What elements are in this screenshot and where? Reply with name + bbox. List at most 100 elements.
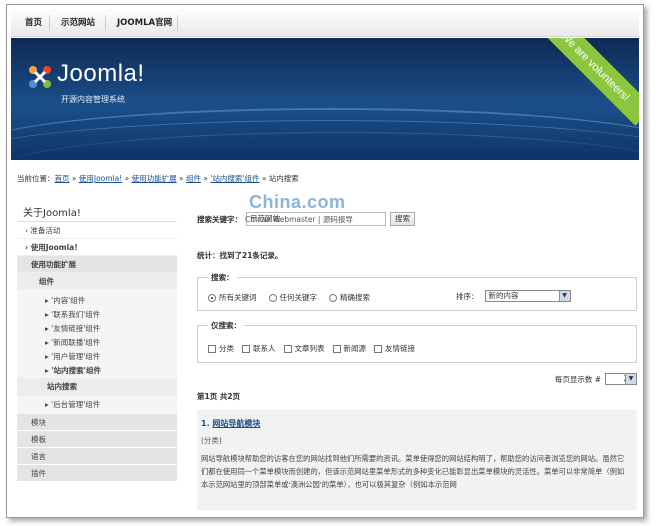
sidebar-item-getting-started[interactable]: › 准备活动	[17, 222, 177, 239]
result-index: 1.	[201, 419, 210, 428]
sidebar-item-label: '新闻联播'组件	[51, 338, 101, 347]
sidebar-item-search[interactable]: 站内搜索	[17, 378, 177, 396]
sidebar-subitem[interactable]: ▸ '用户管理'组件	[17, 350, 177, 364]
page-info: 第1页 共2页	[197, 392, 241, 401]
result-description: 网站导航模块帮助您的访客在您的网站找到他们所需要的资讯。菜单使得您的网站结构明了…	[201, 454, 625, 489]
radio-label: 任何关键字	[279, 293, 318, 302]
checkbox-box[interactable]	[283, 345, 292, 353]
nav-divider	[49, 15, 50, 31]
radio-dot[interactable]	[329, 293, 337, 302]
nav-demo-site[interactable]: 示范网站	[61, 9, 95, 37]
volunteers-ribbon: We are volunteers!	[536, 38, 639, 126]
sidebar-item-label: 使用Joomla!	[30, 243, 78, 252]
sidebar-item-templates[interactable]: 模板	[17, 431, 177, 448]
sidebar-item-modules[interactable]: 模块	[17, 414, 177, 431]
sidebar-subitem-active[interactable]: ▸ '站内搜索'组件	[17, 364, 177, 378]
sidebar-item-using-joomla[interactable]: › 使用Joomla!	[17, 239, 177, 256]
breadcrumb-sep: »	[200, 174, 211, 183]
result-title: 1. 网站导航模块	[201, 418, 631, 429]
ordering-value: 新的内容	[488, 291, 519, 300]
chevron-down-icon[interactable]: ▼	[625, 374, 636, 384]
chevron-down-icon[interactable]: ▼	[558, 291, 570, 301]
nav-divider	[177, 15, 178, 31]
sidebar-item-label: '内容'组件	[51, 296, 86, 305]
checkbox-contacts[interactable]: 联系人	[242, 343, 276, 354]
sidebar-item-extensions[interactable]: 使用功能扩展	[17, 256, 177, 273]
breadcrumb-link[interactable]: 首页	[55, 174, 70, 183]
breadcrumb-prefix: 当前位置：	[17, 174, 55, 183]
breadcrumb-sep: »	[176, 174, 186, 183]
per-page-select[interactable]: 20▼	[605, 373, 637, 385]
sidebar-subitem[interactable]: ▸ '后台管理'组件	[17, 396, 177, 414]
result-category: (分类)	[201, 436, 222, 445]
checkbox-box[interactable]	[374, 345, 382, 353]
breadcrumb-current: 站内搜索	[268, 174, 299, 183]
breadcrumb-link[interactable]: 组件	[186, 174, 201, 183]
radio-any-word[interactable]: 任何关键字	[268, 292, 318, 303]
radio-dot[interactable]	[268, 293, 277, 302]
sidebar-item-components[interactable]: 组件	[17, 273, 177, 290]
radio-exact-phrase[interactable]: 精确搜索	[329, 292, 370, 303]
checkbox-label: 文章列表	[294, 344, 325, 353]
match-radio-group: 所有关键词 任何关键字 精确搜索	[208, 292, 370, 303]
ordering-label: 排序：	[456, 291, 479, 301]
radio-label: 精确搜索	[340, 293, 370, 302]
sidebar-item-label: '联系我们'组件	[51, 310, 101, 319]
sidebar-item-label: '友情链接'组件	[51, 324, 101, 333]
sidebar-subitem[interactable]: ▸ '内容'组件	[17, 290, 177, 308]
sidebar-subitem[interactable]: ▸ '联系我们'组件	[17, 308, 177, 322]
radio-dot[interactable]	[208, 293, 216, 302]
checkbox-box[interactable]	[332, 345, 341, 353]
checkbox-box[interactable]	[242, 345, 250, 353]
checkbox-box[interactable]	[208, 345, 216, 353]
breadcrumb-sep: »	[122, 174, 132, 183]
breadcrumb-sep: »	[259, 174, 269, 183]
checkbox-newsfeeds[interactable]: 新闻源	[332, 343, 367, 354]
search-options-legend: 搜索：	[208, 272, 237, 283]
breadcrumb-link[interactable]: 使用Joomla!	[79, 174, 122, 183]
sidebar-item-label: 准备活动	[30, 226, 61, 235]
watermark: China.com Chinaz Webmaster | 源码报导	[245, 192, 395, 226]
nav-joomla-official[interactable]: JOOMLA官网	[117, 9, 172, 37]
checkbox-label: 分类	[219, 344, 234, 353]
sidebar-subitem[interactable]: ▸ '友情链接'组件	[17, 322, 177, 336]
breadcrumb-link[interactable]: '站内搜索'组件	[210, 174, 259, 183]
breadcrumb: 当前位置：首页 » 使用Joomla! » 使用功能扩展 » 组件 » '站内搜…	[17, 173, 299, 184]
search-filter: 仅搜索： 分类 联系人 文章列表 新闻源 友情链接	[197, 320, 637, 363]
page-frame: 首页 示范网站 JOOMLA官网 Joomla! 开源内容管理系统 We are…	[6, 4, 644, 518]
nav-home[interactable]: 首页	[25, 9, 42, 37]
checkbox-weblinks[interactable]: 友情链接	[374, 343, 415, 354]
checkbox-label: 新闻源	[343, 344, 367, 353]
logo-text[interactable]: Joomla!	[57, 60, 145, 88]
sidebar-subitem[interactable]: ▸ '新闻联播'组件	[17, 336, 177, 350]
result-link[interactable]: 网站导航模块	[212, 419, 260, 428]
checkbox-label: 友情链接	[385, 344, 415, 353]
watermark-subtext: Chinaz Webmaster | 源码报导	[245, 215, 353, 224]
sidebar-item-label: '后台管理'组件	[51, 400, 101, 409]
radio-all-words[interactable]: 所有关键词	[208, 292, 257, 303]
joomla-logo-icon[interactable]	[25, 62, 55, 92]
search-label: 搜索关键字：	[197, 214, 242, 224]
ordering: 排序： 新的内容 ▼	[456, 290, 571, 302]
breadcrumb-sep: »	[69, 174, 79, 183]
per-page: 每页显示数 # 20▼	[197, 373, 637, 385]
per-page-label: 每页显示数 #	[554, 374, 601, 384]
main-content: 搜索关键字： 示范网站 搜索 China.com Chinaz Webmaste…	[197, 192, 637, 510]
search-stats: 统计：找到了21条记录。	[197, 251, 283, 260]
sidebar-item-label: '用户管理'组件	[51, 352, 101, 361]
sidebar-title: 关于Joomla!	[17, 200, 177, 222]
breadcrumb-link[interactable]: 使用功能扩展	[132, 174, 177, 183]
checkbox-categories[interactable]: 分类	[208, 343, 234, 354]
checkbox-label: 联系人	[253, 344, 276, 353]
top-nav: 首页 示范网站 JOOMLA官网	[11, 9, 639, 37]
watermark-text: China.com	[249, 192, 346, 212]
sidebar-item-label: '站内搜索'组件	[51, 366, 101, 375]
sidebar-item-languages[interactable]: 语言	[17, 448, 177, 465]
logo-tagline: 开源内容管理系统	[61, 95, 125, 104]
checkbox-articles[interactable]: 文章列表	[283, 343, 325, 354]
filter-checkbox-group: 分类 联系人 文章列表 新闻源 友情链接	[208, 343, 415, 354]
radio-label: 所有关键词	[219, 293, 257, 302]
ordering-select[interactable]: 新的内容 ▼	[484, 290, 571, 302]
sidebar-item-plugins[interactable]: 插件	[17, 465, 177, 482]
header-banner: Joomla! 开源内容管理系统 We are volunteers!	[11, 38, 639, 160]
